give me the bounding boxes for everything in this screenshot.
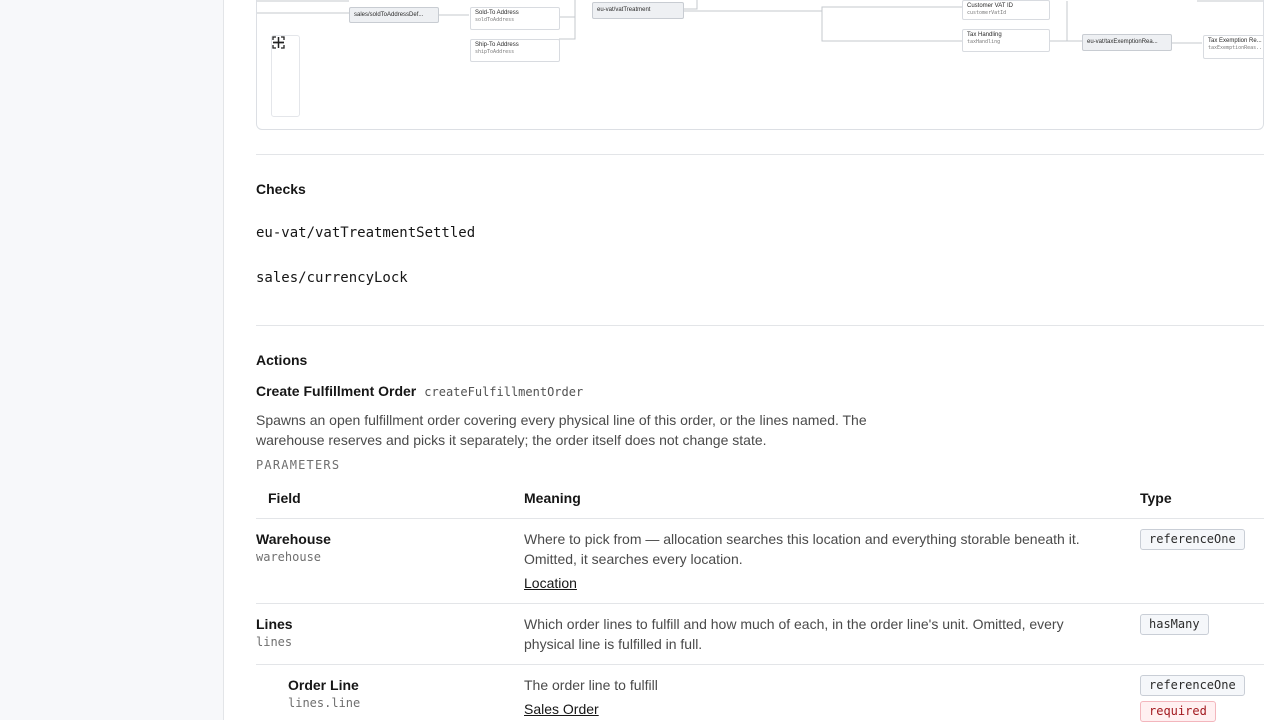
diagram-node-sold-to-default[interactable]: sales/soldToAddressDef...: [349, 7, 439, 23]
param-meaning: The order line to fulfill: [524, 677, 658, 693]
actions-heading: Actions: [256, 352, 308, 368]
node-label: sales/soldToAddressDef...: [354, 12, 424, 18]
section-divider: [256, 154, 1264, 155]
column-header-type: Type: [1140, 490, 1172, 506]
diagram-node-tax-handling[interactable]: Tax Handling taxHandling: [962, 29, 1050, 52]
node-api: taxHandling: [967, 39, 1001, 45]
type-badge: referenceOne: [1140, 529, 1245, 550]
parameters-label: PARAMETERS: [256, 458, 341, 472]
node-label: eu-vat/vatTreatment: [597, 7, 651, 13]
type-badge: hasMany: [1140, 614, 1209, 635]
type-badge: referenceOne: [1140, 675, 1245, 696]
param-label: Warehouse: [256, 531, 331, 547]
diagram-node-tax-exemption-rel[interactable]: eu-vat/taxExemptionRea...: [1082, 34, 1172, 51]
node-api: taxExemptionReas...: [1208, 45, 1264, 51]
action-title: Create Fulfillment Order createFulfillme…: [256, 383, 583, 399]
zoom-controls: [271, 35, 300, 117]
checks-heading: Checks: [256, 181, 306, 197]
action-api-name: createFulfillmentOrder: [424, 385, 584, 399]
node-api: soldToAddress: [475, 17, 515, 23]
param-api: warehouse: [256, 550, 322, 564]
diagram-node-sold-to[interactable]: Sold-To Address soldToAddress: [470, 7, 560, 30]
table-row-border: [256, 664, 1264, 665]
param-label: Lines: [256, 616, 293, 632]
node-api: shipToAddress: [475, 49, 515, 55]
table-header-border: [256, 518, 1264, 519]
param-api: lines.line: [288, 696, 361, 710]
node-label: Sold-To Address: [475, 10, 519, 16]
column-header-meaning: Meaning: [524, 490, 581, 506]
param-meaning: Which order lines to fulfill and how muc…: [524, 616, 1064, 652]
relationship-diagram[interactable]: sales/soldToAddressDef... Sold-To Addres…: [256, 0, 1264, 130]
check-item: sales/currencyLock: [256, 270, 408, 286]
diagram-node-ship-to[interactable]: Ship-To Address shipToAddress: [470, 39, 560, 62]
table-row-border: [256, 603, 1264, 604]
diagram-node-customer-vat[interactable]: Customer VAT ID customerVatId: [962, 0, 1050, 20]
sidebar: [0, 0, 224, 720]
node-api: customerVatId: [967, 10, 1007, 16]
check-item: eu-vat/vatTreatmentSettled: [256, 225, 476, 241]
required-badge: required: [1140, 701, 1216, 722]
section-divider: [256, 325, 1264, 326]
param-meaning: Where to pick from — allocation searches…: [524, 531, 1080, 567]
param-label: Order Line: [288, 677, 359, 693]
node-label: Ship-To Address: [475, 42, 519, 48]
node-label: Tax Handling: [967, 32, 1002, 38]
action-label: Create Fulfillment Order: [256, 383, 417, 399]
zoom-out-button[interactable]: [272, 41, 299, 88]
param-link-location[interactable]: Location: [524, 575, 577, 591]
fit-view-icon: [272, 36, 285, 49]
diagram-node-tax-exemption[interactable]: Tax Exemption Re... taxExemptionReas...: [1203, 35, 1264, 59]
action-description: Spawns an open fulfillment order coverin…: [256, 412, 867, 448]
diagram-node-vat-treatment[interactable]: eu-vat/vatTreatment: [592, 2, 684, 19]
node-label: Customer VAT ID: [967, 3, 1014, 9]
param-api: lines: [256, 635, 293, 649]
main-content: sales/soldToAddressDef... Sold-To Addres…: [256, 0, 1264, 722]
node-label: Tax Exemption Re...: [1208, 38, 1262, 44]
param-link-sales-order[interactable]: Sales Order: [524, 701, 599, 717]
fit-view-button[interactable]: [272, 36, 299, 114]
node-label: eu-vat/taxExemptionRea...: [1087, 39, 1158, 45]
column-header-field: Field: [268, 490, 301, 506]
